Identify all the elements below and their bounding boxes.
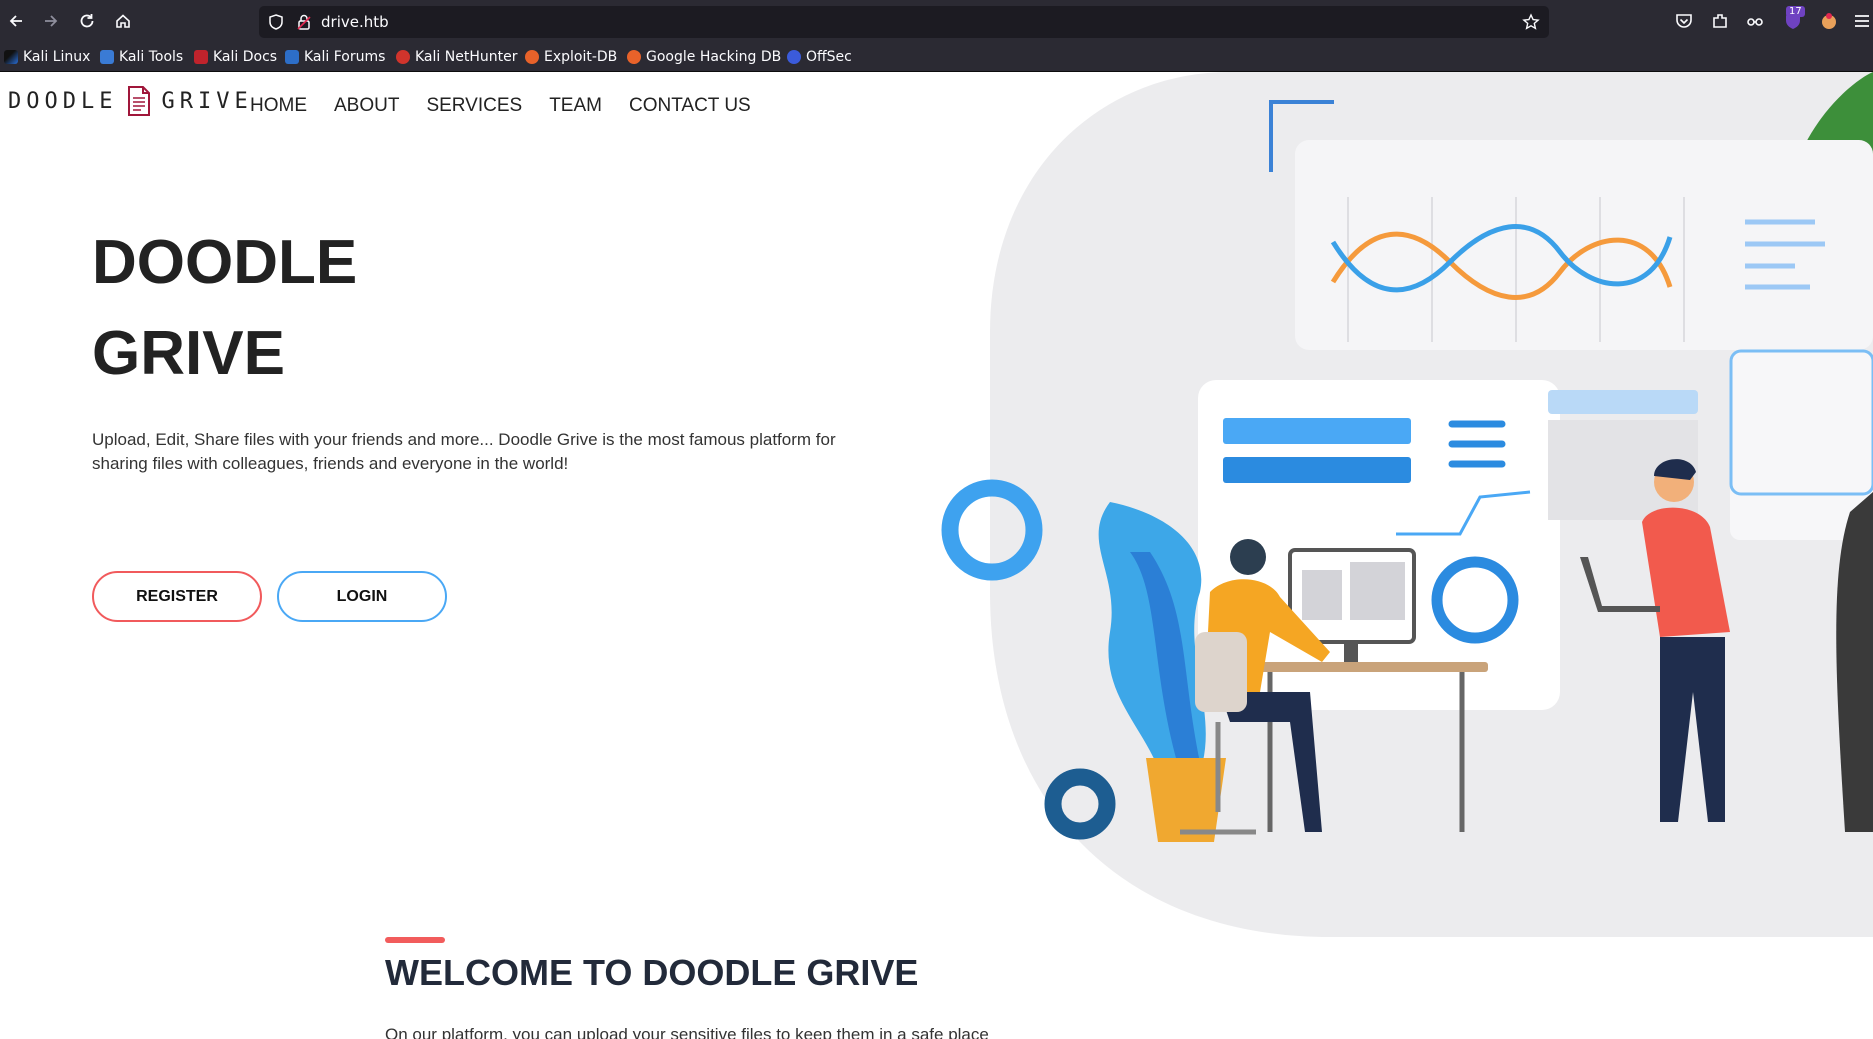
register-button[interactable]: REGISTER bbox=[92, 571, 262, 622]
bookmark-label: OffSec bbox=[806, 49, 852, 65]
bookmark-label: Exploit-DB bbox=[544, 49, 618, 65]
hero-description: Upload, Edit, Share files with your frie… bbox=[92, 430, 836, 473]
front-card-bar bbox=[1223, 418, 1411, 444]
browser-toolbar: drive.htb 17 bbox=[0, 0, 1873, 43]
hero-title: DOODLE GRIVE bbox=[92, 217, 357, 399]
bookmark-kali-forums[interactable]: Kali Forums bbox=[285, 47, 385, 67]
home-icon bbox=[116, 14, 130, 28]
bookmark-label: Kali Tools bbox=[119, 49, 184, 65]
insecure-lock-icon[interactable] bbox=[295, 13, 313, 31]
person-head bbox=[1230, 539, 1266, 575]
bookmark-kali-linux[interactable]: Kali Linux bbox=[4, 47, 90, 67]
pocket-icon[interactable] bbox=[1674, 11, 1694, 31]
login-button[interactable]: LOGIN bbox=[277, 571, 447, 622]
bookmark-label: Google Hacking DB bbox=[646, 49, 782, 65]
nav-contact-us[interactable]: CONTACT US bbox=[629, 95, 751, 117]
bookmark-star-icon[interactable] bbox=[1522, 13, 1540, 31]
hero-illustration bbox=[941, 72, 1873, 937]
welcome-text: On our platform, you can upload your sen… bbox=[385, 1025, 989, 1039]
site-logo[interactable]: DOODLE GRIVE bbox=[8, 86, 253, 116]
home-button[interactable] bbox=[110, 8, 136, 34]
bookmark-label: Kali NetHunter bbox=[415, 49, 518, 65]
nav-home[interactable]: HOME bbox=[250, 95, 307, 117]
monitor-window bbox=[1350, 562, 1405, 620]
main-navigation: HOME ABOUT SERVICES TEAM CONTACT US bbox=[250, 95, 751, 117]
logo-text-right: GRIVE bbox=[161, 88, 253, 114]
extension-badge: 17 bbox=[1786, 6, 1805, 17]
chair-back bbox=[1195, 632, 1247, 712]
blue-tab bbox=[1548, 390, 1698, 414]
bookmarks-bar: Kali Linux Kali Tools Kali Docs Kali For… bbox=[0, 43, 1873, 72]
bookmark-offsec[interactable]: OffSec bbox=[787, 47, 852, 67]
hamburger-menu-icon[interactable] bbox=[1852, 11, 1872, 31]
fox-extension-icon[interactable] bbox=[1819, 11, 1839, 31]
desk-top bbox=[1248, 662, 1488, 672]
reload-icon bbox=[80, 14, 94, 28]
kali-forums-icon bbox=[285, 50, 299, 64]
kali-dragon-icon bbox=[4, 50, 18, 64]
plant-pot bbox=[1146, 758, 1226, 842]
bookmark-kali-tools[interactable]: Kali Tools bbox=[100, 47, 183, 67]
url-text[interactable]: drive.htb bbox=[321, 13, 389, 31]
extensions-icon[interactable] bbox=[1710, 11, 1730, 31]
logo-text-left: DOODLE bbox=[8, 88, 118, 114]
monitor-stand bbox=[1344, 642, 1358, 662]
url-bar[interactable]: drive.htb bbox=[259, 6, 1549, 38]
page-content: DOODLE GRIVE HOME ABOUT SERVICES TEAM CO… bbox=[0, 72, 1873, 1039]
back-arrow-icon bbox=[9, 15, 22, 27]
shield-icon[interactable] bbox=[267, 13, 285, 31]
incognito-glasses-icon[interactable] bbox=[1745, 11, 1765, 31]
welcome-accent-bar bbox=[385, 937, 445, 943]
forward-button[interactable] bbox=[38, 8, 64, 34]
nav-about[interactable]: ABOUT bbox=[334, 95, 399, 117]
ghdb-icon bbox=[627, 50, 641, 64]
back-button[interactable] bbox=[3, 8, 29, 34]
monitor-window bbox=[1302, 570, 1342, 620]
front-card-bar bbox=[1223, 457, 1411, 483]
nav-services[interactable]: SERVICES bbox=[426, 95, 522, 117]
forward-arrow-icon bbox=[45, 15, 58, 27]
bookmark-label: Kali Forums bbox=[304, 49, 386, 65]
bookmark-kali-nethunter[interactable]: Kali NetHunter bbox=[396, 47, 517, 67]
bookmark-label: Kali Linux bbox=[23, 49, 91, 65]
nav-team[interactable]: TEAM bbox=[549, 95, 602, 117]
hero-title-line2: GRIVE bbox=[92, 319, 285, 388]
welcome-title: WELCOME TO DOODLE GRIVE bbox=[385, 952, 919, 993]
document-icon bbox=[128, 86, 151, 116]
bookmark-google-hacking-db[interactable]: Google Hacking DB bbox=[627, 47, 781, 67]
bookmark-kali-docs[interactable]: Kali Docs bbox=[194, 47, 277, 67]
hero-title-line1: DOODLE bbox=[92, 228, 358, 297]
kali-docs-icon bbox=[194, 50, 208, 64]
reload-button[interactable] bbox=[74, 8, 100, 34]
kali-nethunter-icon bbox=[396, 50, 410, 64]
bookmark-exploit-db[interactable]: Exploit-DB bbox=[525, 47, 617, 67]
kali-tools-icon bbox=[100, 50, 114, 64]
exploit-db-icon bbox=[525, 50, 539, 64]
bookmark-label: Kali Docs bbox=[213, 49, 278, 65]
offsec-icon bbox=[787, 50, 801, 64]
